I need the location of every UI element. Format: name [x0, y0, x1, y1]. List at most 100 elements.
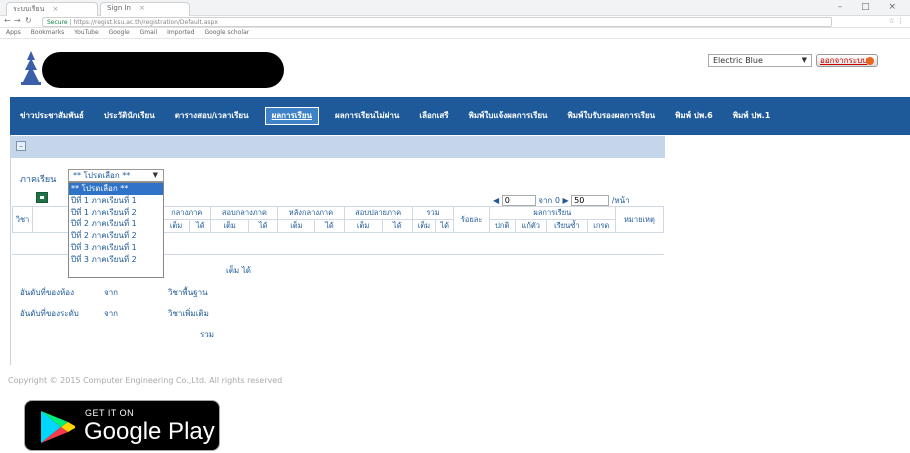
tab-close-icon[interactable]: ×	[139, 4, 145, 12]
page-number-input[interactable]	[501, 195, 536, 206]
term-option[interactable]: ปีที่ 1 ภาคเรียนที่ 2	[69, 207, 163, 219]
nav-item-print-pp6[interactable]: พิมพ์ ปพ.6	[665, 97, 723, 135]
prev-page-icon[interactable]: ◀	[493, 196, 499, 205]
summary-total-label: รวม	[200, 330, 215, 339]
basic-subject-label: วิชาพื้นฐาน	[168, 288, 208, 297]
extra-subject-label: วิชาเพิ่มเติม	[168, 309, 209, 318]
rank-class-from: จาก	[104, 288, 119, 297]
col-retake: แก้ตัว	[514, 219, 548, 233]
col-total: รวม	[411, 206, 455, 220]
bookmark-item[interactable]: YouTube	[74, 29, 98, 36]
logout-label: ออกจากระบบ	[820, 56, 868, 65]
extension-icons[interactable]: ☆ ⋮	[888, 17, 904, 25]
per-page-input[interactable]	[571, 195, 610, 206]
term-select[interactable]: ** โปรดเลือก ** ▼	[68, 169, 164, 182]
col-final-exam: สอบปลายภาค	[343, 206, 413, 220]
col-full: เต็ม	[343, 219, 383, 233]
tab-label: ระบบเรียน	[13, 5, 45, 13]
term-label: ภาคเรียน	[20, 175, 57, 185]
back-icon[interactable]: ←	[4, 16, 11, 25]
theme-select-value: Electric Blue	[713, 56, 763, 65]
col-midterm-work: กลางภาค	[161, 206, 212, 220]
col-grade: เกรด	[586, 219, 616, 233]
term-option[interactable]: ปีที่ 3 ภาคเรียนที่ 1	[69, 242, 163, 254]
page-of-text: จาก 0	[538, 196, 560, 205]
col-percent: ร้อยละ	[453, 206, 490, 233]
term-option[interactable]: ** โปรดเลือก **	[69, 183, 163, 195]
col-got: ได้	[314, 219, 345, 233]
nav-item-print-certificate[interactable]: พิมพ์ใบรับรองผลการเรียน	[558, 97, 666, 135]
term-option[interactable]: ปีที่ 1 ภาคเรียนที่ 1	[69, 195, 163, 207]
rank-level-from: จาก	[104, 309, 119, 318]
nav-item-failed[interactable]: ผลการเรียนไม่ผ่าน	[325, 97, 409, 135]
secure-label: Secure	[47, 19, 68, 26]
browser-tab-bar: ระบบเรียน × Sign In × – □ ×	[0, 0, 910, 16]
tab-label: Sign In	[107, 4, 131, 12]
col-got: ได้	[381, 219, 413, 233]
col-subject-code: วิชา	[12, 206, 33, 233]
term-dropdown-list: ** โปรดเลือก ** ปีที่ 1 ภาคเรียนที่ 1 ปี…	[68, 182, 164, 278]
main-nav: ข่าวประชาสัมพันธ์ ประวัตินักเรียน ตารางส…	[10, 97, 910, 135]
gplay-big-text: Google Play	[84, 418, 215, 445]
bookmark-item[interactable]: Apps	[6, 29, 21, 36]
term-option[interactable]: ปีที่ 3 ภาคเรียนที่ 2	[69, 254, 163, 266]
gplay-small-text: GET IT ON	[85, 408, 135, 418]
col-remark: หมายเหตุ	[614, 206, 665, 233]
nav-item-print-report[interactable]: พิมพ์ใบแจ้งผลการเรียน	[459, 97, 558, 135]
bookmark-item[interactable]: Gmail	[140, 29, 158, 36]
col-full: เต็ม	[411, 219, 437, 233]
school-logo	[21, 51, 41, 85]
bookmark-item[interactable]: Google scholar	[204, 29, 249, 36]
bookmark-item[interactable]: Imported	[167, 29, 194, 36]
rank-class-label: อันดับที่ของห้อง	[20, 288, 74, 297]
browser-tab[interactable]: ระบบเรียน ×	[6, 2, 98, 16]
collapse-icon[interactable]: –	[16, 141, 26, 151]
nav-item-electives[interactable]: เลือกเสรี	[409, 97, 458, 135]
redacted-school-name	[42, 52, 284, 88]
next-page-icon[interactable]: ▶	[562, 196, 568, 205]
window-controls[interactable]: – □ ×	[838, 2, 904, 12]
col-got: ได้	[435, 219, 455, 233]
theme-select[interactable]: Electric Blue ▼	[708, 54, 812, 67]
col-full: เต็ม	[277, 219, 316, 233]
copyright-text: Copyright © 2015 Computer Engineering Co…	[8, 376, 283, 385]
nav-item-schedule[interactable]: ตารางสอบ/เวลาเรียน	[165, 97, 259, 135]
chevron-down-icon: ▼	[152, 171, 158, 179]
term-option[interactable]: ปีที่ 2 ภาคเรียนที่ 1	[69, 218, 163, 230]
address-bar: ← → ↻ Secure | https://regist.ksu.ac.th/…	[0, 16, 910, 28]
google-play-icon	[41, 411, 75, 443]
bookmark-item[interactable]: Bookmarks	[31, 29, 65, 36]
bookmarks-bar: Apps Bookmarks YouTube Google Gmail Impo…	[0, 28, 910, 39]
logout-button[interactable]: ออกจากระบบ	[816, 54, 878, 67]
browser-tab[interactable]: Sign In ×	[100, 2, 190, 16]
col-midterm-exam: สอบกลางภาค	[210, 206, 279, 220]
col-normal: ปกติ	[488, 219, 516, 233]
nav-item-print-pp1[interactable]: พิมพ์ ปพ.1	[723, 97, 781, 135]
col-result: ผลการเรียน	[488, 206, 616, 220]
term-option[interactable]: ปีที่ 2 ภาคเรียนที่ 2	[69, 230, 163, 242]
chevron-down-icon: ▼	[801, 56, 807, 64]
term-select-value: ** โปรดเลือก **	[73, 171, 131, 180]
excel-export-icon[interactable]	[36, 192, 48, 203]
url-text: https://regist.ksu.ac.th/registration/De…	[73, 19, 218, 26]
summary-full-got: เต็ม ได้	[226, 266, 251, 275]
col-repeat: เรียนซ้ำ	[546, 219, 588, 233]
tab-close-icon[interactable]: ×	[52, 5, 58, 13]
reload-icon[interactable]: ↻	[25, 16, 32, 25]
panel-header	[10, 136, 665, 158]
rank-level-label: อันดับที่ของระดับ	[20, 309, 79, 318]
bookmark-item[interactable]: Google	[109, 29, 130, 36]
col-got: ได้	[189, 219, 212, 233]
per-page-suffix: /หน้า	[611, 196, 630, 205]
nav-item-profile[interactable]: ประวัตินักเรียน	[94, 97, 165, 135]
logout-icon	[866, 57, 874, 65]
col-after-midterm: หลังกลางภาค	[277, 206, 345, 220]
col-got: ได้	[247, 219, 279, 233]
url-input[interactable]: Secure | https://regist.ksu.ac.th/regist…	[42, 17, 832, 27]
col-full: เต็ม	[210, 219, 249, 233]
col-full: เต็ม	[161, 219, 191, 233]
google-play-badge[interactable]: GET IT ON Google Play	[24, 400, 220, 451]
nav-item-news[interactable]: ข่าวประชาสัมพันธ์	[10, 97, 94, 135]
nav-item-grades[interactable]: ผลการเรียน	[264, 107, 319, 125]
forward-icon[interactable]: →	[14, 16, 21, 25]
